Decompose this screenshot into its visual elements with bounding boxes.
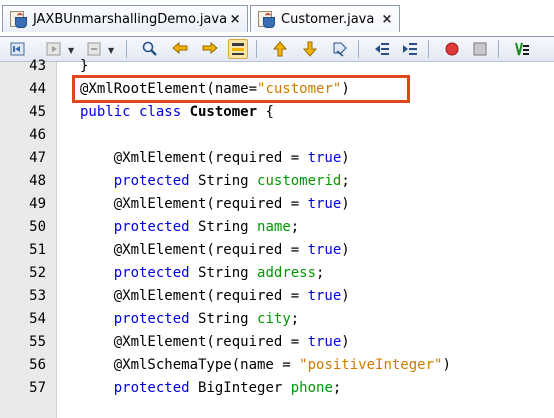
code-line[interactable]: 55 @XmlElement(required = true) xyxy=(0,331,554,354)
code-line[interactable]: 57 protected BigInteger phone; xyxy=(0,377,554,400)
code-token: protected xyxy=(80,173,199,189)
code-text: @XmlElement(required = true) xyxy=(80,239,350,262)
code-text: public class Customer { xyxy=(80,101,274,124)
tab-jaxbunmarshallingdemo[interactable]: JAXBUnmarshallingDemo.java × xyxy=(2,5,248,32)
code-token: "positiveInteger" xyxy=(299,357,443,373)
code-editor[interactable]: 43} 44 @XmlRootElement(name="customer") 45 p… xyxy=(0,58,554,418)
code-line[interactable]: 54 protected String city; xyxy=(0,308,554,331)
code-token: ) xyxy=(341,242,350,258)
code-token: ) xyxy=(341,196,350,212)
code-line[interactable]: 56 @XmlSchemaType(name = "positiveIntege… xyxy=(0,354,554,377)
close-icon[interactable]: × xyxy=(379,12,395,27)
code-token: String xyxy=(198,219,258,235)
code-text: protected String name; xyxy=(80,216,299,239)
line-number: 49 xyxy=(29,196,46,212)
code-line[interactable]: 45 public class Customer { xyxy=(0,101,554,124)
code-line[interactable]: 50 protected String name; xyxy=(0,216,554,239)
code-token: String xyxy=(198,173,258,189)
code-token: ) xyxy=(341,288,350,304)
code-token: String xyxy=(198,265,258,281)
code-text: protected String address; xyxy=(80,262,325,285)
code-token: { xyxy=(257,104,274,120)
code-line[interactable]: 48 protected String customerid; xyxy=(0,170,554,193)
code-token: ; xyxy=(290,219,300,235)
line-number: 54 xyxy=(29,311,46,327)
code-token: String xyxy=(198,311,258,327)
code-token: @XmlElement(required = xyxy=(80,196,308,212)
line-number: 44 xyxy=(29,81,46,97)
code-line[interactable]: 47 @XmlElement(required = true) xyxy=(0,147,554,170)
code-token: ; xyxy=(316,265,325,281)
code-token: public class xyxy=(80,104,190,120)
code-text: protected String city; xyxy=(80,308,299,331)
tab-label: JAXBUnmarshallingDemo.java xyxy=(32,11,228,27)
code-text: protected BigInteger phone; xyxy=(80,377,342,400)
code-token: @XmlElement(required = xyxy=(80,334,308,350)
java-file-icon xyxy=(9,10,27,28)
code-token: protected xyxy=(80,311,199,327)
code-token: @XmlSchemaType(name = xyxy=(80,357,300,373)
code-token: ; xyxy=(290,311,300,327)
code-text: @XmlSchemaType(name = "positiveInteger") xyxy=(80,354,451,377)
code-token: @XmlElement(required = xyxy=(80,288,308,304)
code-text: protected String customerid; xyxy=(80,170,350,193)
close-icon[interactable]: × xyxy=(227,12,243,27)
code-token: @XmlElement(required = xyxy=(80,150,308,166)
code-token: name xyxy=(257,219,291,235)
line-number: 45 xyxy=(29,104,46,120)
chevron-down-icon[interactable]: ▼ xyxy=(68,46,74,55)
code-token: true xyxy=(307,196,342,212)
line-number: 57 xyxy=(29,380,46,396)
code-token: @XmlElement(required = xyxy=(80,242,308,258)
line-number: 51 xyxy=(29,242,46,258)
code-token: } xyxy=(80,58,89,74)
line-number: 55 xyxy=(29,334,46,350)
code-token: true xyxy=(307,242,342,258)
code-token: BigInteger xyxy=(198,380,291,396)
tab-label: Customer.java xyxy=(281,11,375,27)
code-token: true xyxy=(307,150,342,166)
code-token: ; xyxy=(332,380,342,396)
code-token: protected xyxy=(80,219,199,235)
code-text: @XmlElement(required = true) xyxy=(80,147,350,170)
code-token: ) xyxy=(341,150,350,166)
line-number: 52 xyxy=(29,265,46,281)
code-token: true xyxy=(307,334,342,350)
line-number: 50 xyxy=(29,219,46,235)
tab-customer[interactable]: Customer.java × xyxy=(250,5,400,32)
code-token: Customer xyxy=(189,104,258,120)
code-line[interactable]: 46 xyxy=(0,124,554,147)
code-token: ) xyxy=(442,357,451,373)
code-token: true xyxy=(307,288,342,304)
code-text: @XmlElement(required = true) xyxy=(80,193,350,216)
code-line[interactable]: 52 protected String address; xyxy=(0,262,554,285)
code-token: ) xyxy=(341,334,350,350)
line-number: 47 xyxy=(29,150,46,166)
editor-tab-bar: JAXBUnmarshallingDemo.java × Customer.ja… xyxy=(0,0,554,37)
code-token: phone xyxy=(290,380,333,396)
line-number: 48 xyxy=(29,173,46,189)
code-token: customerid xyxy=(257,173,342,189)
code-line[interactable]: 53 @XmlElement(required = true) xyxy=(0,285,554,308)
code-text: @XmlElement(required = true) xyxy=(80,331,350,354)
code-token: address xyxy=(257,265,317,281)
code-line[interactable]: 51 @XmlElement(required = true) xyxy=(0,239,554,262)
code-token: city xyxy=(257,311,291,327)
code-text: @XmlElement(required = true) xyxy=(80,285,350,308)
line-number: 53 xyxy=(29,288,46,304)
code-token: protected xyxy=(80,380,199,396)
code-line[interactable]: 49 @XmlElement(required = true) xyxy=(0,193,554,216)
line-number: 43 xyxy=(29,58,46,74)
chevron-down-icon[interactable]: ▼ xyxy=(108,46,114,55)
line-number: 46 xyxy=(29,127,46,143)
code-token: protected xyxy=(80,265,199,281)
java-file-icon xyxy=(257,10,275,28)
code-token: ; xyxy=(341,173,350,189)
highlight-box xyxy=(72,75,410,103)
line-number: 56 xyxy=(29,357,46,373)
